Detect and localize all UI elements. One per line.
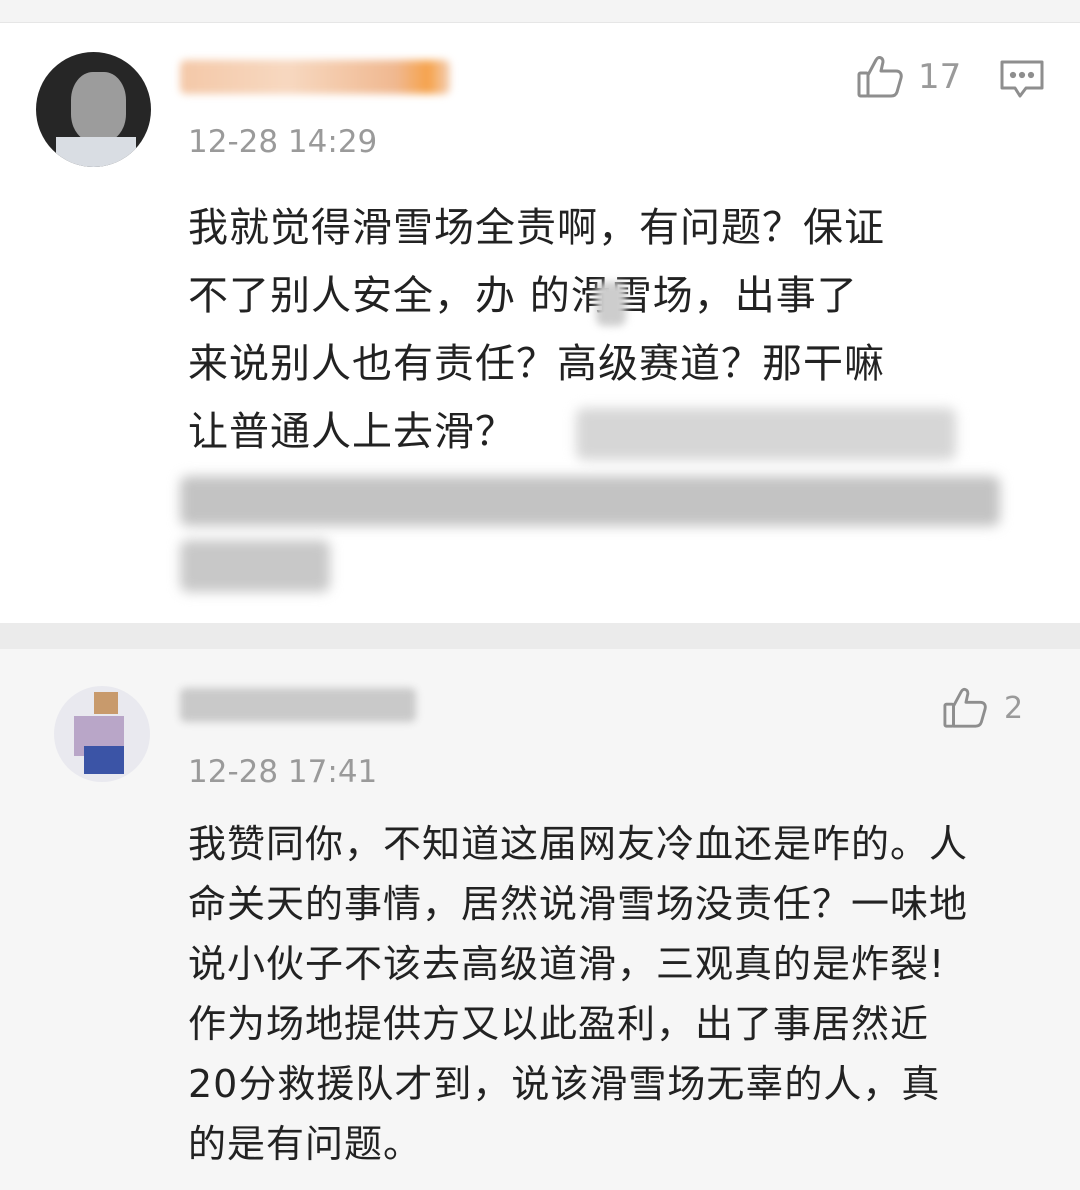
comment-line: 来说别人也有责任？高级赛道？那干嘛 xyxy=(188,341,885,387)
redacted-text xyxy=(596,282,626,326)
comment-line: 我赞同你，不知道这届网友冷血还是咋的。人 xyxy=(188,822,969,866)
like-count: 17 xyxy=(918,57,962,97)
thumbs-up-icon xyxy=(857,56,903,98)
comment-line: 命关天的事情，居然说滑雪场没责任？一味地 xyxy=(188,882,969,926)
divider xyxy=(0,623,1080,649)
username-redacted[interactable] xyxy=(180,688,416,722)
username-redacted[interactable] xyxy=(180,60,450,94)
avatar[interactable] xyxy=(54,686,150,782)
comment-text: 我赞同你，不知道这届网友冷血还是咋的。人 命关天的事情，居然说滑雪场没责任？一味… xyxy=(188,814,1048,1174)
thumbs-up-icon xyxy=(943,687,987,728)
comment-line: 的是有问题。 xyxy=(188,1122,423,1166)
redacted-text xyxy=(576,408,956,460)
comment-line: 作为场地提供方又以此盈利，出了事居然近 xyxy=(188,1002,930,1046)
comment-icon[interactable] xyxy=(998,58,1046,102)
redacted-text xyxy=(180,540,330,592)
avatar[interactable] xyxy=(36,52,151,167)
redacted-text xyxy=(180,476,1000,526)
comment-line: 我就觉得滑雪场全责啊，有问题？保证 xyxy=(188,205,885,251)
top-strip xyxy=(0,0,1080,23)
comment-line: 20分救援队才到，说该滑雪场无辜的人，真 xyxy=(188,1062,941,1106)
comment-line: 说小伙子不该去高级道滑，三观真的是炸裂! xyxy=(188,942,946,986)
like-count: 2 xyxy=(1004,690,1024,726)
like-button[interactable]: 17 xyxy=(856,54,961,100)
comment-timestamp: 12-28 17:41 xyxy=(188,754,378,790)
like-button[interactable]: 2 xyxy=(942,686,1023,730)
comment-timestamp: 12-28 14:29 xyxy=(188,124,378,160)
